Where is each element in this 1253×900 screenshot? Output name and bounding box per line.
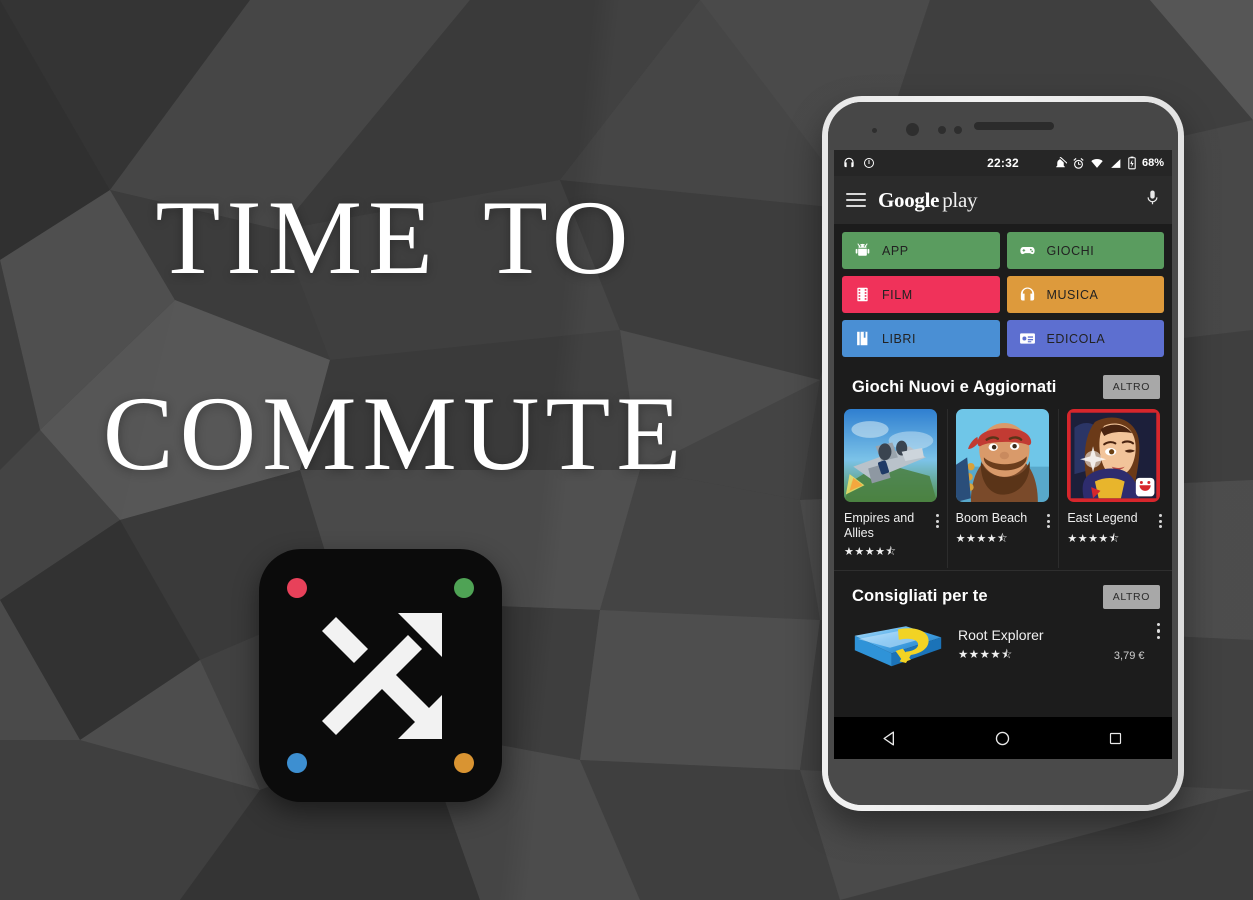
corner-dot-red	[287, 578, 307, 598]
microphone-icon[interactable]	[1145, 188, 1160, 213]
android-icon	[855, 243, 870, 256]
back-button[interactable]	[860, 717, 920, 759]
corner-dot-blue	[287, 753, 307, 773]
app-price: 3,79 €	[1113, 650, 1145, 663]
headphones-icon	[1020, 287, 1034, 301]
rating-stars: ★★★★⯪	[955, 533, 1009, 545]
status-bar: 22:32 68%	[834, 150, 1172, 176]
crossing-arrows-icon	[321, 612, 442, 739]
sensor-dot-a	[938, 126, 946, 134]
overflow-menu-icon[interactable]	[935, 511, 939, 528]
east-legend-thumbnail	[1067, 409, 1161, 502]
wifi-icon	[1091, 158, 1103, 168]
alarm-icon	[1073, 157, 1084, 169]
category-label: LIBRI	[882, 331, 917, 346]
recommended-list-item[interactable]: Root Explorer ★★★★⯪ 3,79 €	[834, 618, 1172, 673]
category-film[interactable]: FILM	[842, 276, 1000, 313]
do-not-disturb-icon	[864, 158, 874, 168]
hamburger-icon[interactable]	[846, 193, 866, 207]
category-app[interactable]: APP	[842, 232, 1000, 269]
sensor-dot-small	[872, 128, 877, 133]
game-card[interactable]: East Legend ★★★★⯪	[1059, 409, 1170, 568]
overflow-menu-icon[interactable]	[1156, 622, 1160, 639]
recents-button[interactable]	[1086, 717, 1146, 759]
book-icon	[857, 331, 868, 346]
corner-dot-orange	[454, 753, 474, 773]
sensor-dot-b	[954, 126, 962, 134]
rating-stars: ★★★★⯪	[1067, 533, 1120, 545]
poster-canvas: Time to Commute	[0, 0, 1253, 900]
battery-charging-icon	[1128, 156, 1136, 170]
newspaper-icon	[1019, 333, 1035, 344]
game-card[interactable]: Empires and Allies ★★★★⯪	[836, 409, 948, 568]
rating-stars: ★★★★⯪	[844, 545, 897, 558]
game-card-row: Empires and Allies ★★★★⯪ Boom Beach ★★★★…	[834, 409, 1172, 568]
root-explorer-icon	[854, 625, 942, 666]
corner-dot-green	[454, 578, 474, 598]
category-label: GIOCHI	[1046, 243, 1095, 258]
earpiece-speaker	[974, 122, 1054, 130]
section-header-giochi: Giochi Nuovi e Aggiornati ALTRO	[834, 361, 1172, 409]
card-meta: East Legend	[1067, 511, 1163, 528]
card-meta: Boom Beach	[956, 511, 1051, 528]
phone-mockup: 22:32 68% Google play APP GIOCHI FILM MU…	[822, 96, 1184, 811]
category-label: MUSICA	[1046, 287, 1099, 302]
category-label: FILM	[882, 287, 913, 302]
android-navigation-bar	[834, 717, 1172, 759]
category-giochi[interactable]: GIOCHI	[1006, 232, 1164, 269]
phone-top-bezel	[828, 102, 1178, 150]
google-play-logo: Google play	[878, 188, 977, 213]
section-title: Giochi Nuovi e Aggiornati	[852, 377, 1057, 396]
brand-play-word: play	[942, 187, 978, 212]
game-title: East Legend	[1067, 511, 1138, 525]
empires-and-allies-thumbnail	[844, 409, 937, 502]
bell-muted-icon	[1056, 156, 1067, 167]
category-musica[interactable]: MUSICA	[1006, 276, 1164, 313]
headphones-icon	[844, 157, 854, 168]
game-title: Empires and Allies	[844, 511, 915, 540]
category-libri[interactable]: LIBRI	[842, 320, 1000, 357]
phone-body: 22:32 68% Google play APP GIOCHI FILM MU…	[828, 102, 1178, 805]
category-grid: APP GIOCHI FILM MUSICA LIBRI EDICOLA	[834, 224, 1172, 361]
category-label: EDICOLA	[1046, 331, 1106, 346]
boom-beach-thumbnail	[955, 409, 1049, 502]
film-strip-icon	[857, 287, 868, 302]
status-left-icons	[842, 156, 875, 170]
overflow-menu-icon[interactable]	[1047, 511, 1051, 528]
app-subline: ★★★★⯪ 3,79 €	[958, 647, 1145, 666]
phone-screen: 22:32 68% Google play APP GIOCHI FILM MU…	[834, 150, 1172, 759]
category-label: APP	[882, 243, 909, 258]
play-store-header: Google play	[834, 176, 1172, 224]
gamepad-icon	[1019, 246, 1035, 255]
status-right-icons: 68%	[1054, 156, 1164, 170]
section-header-consigliati: Consigliati per te ALTRO	[834, 570, 1172, 619]
game-card[interactable]: Boom Beach ★★★★⯪	[948, 409, 1060, 568]
overflow-menu-icon[interactable]	[1159, 511, 1163, 528]
game-title: Boom Beach	[955, 511, 1028, 525]
signal-icon	[1111, 158, 1121, 168]
more-button-giochi[interactable]: ALTRO	[1102, 375, 1160, 399]
app-title: Root Explorer	[958, 627, 1044, 644]
home-button[interactable]	[973, 717, 1033, 759]
front-camera	[906, 123, 919, 136]
rating-stars: ★★★★⯪	[958, 648, 1013, 661]
shuffle-app-icon	[259, 549, 502, 802]
battery-percent-label: 68%	[1141, 157, 1164, 169]
recommended-item-body: Root Explorer ★★★★⯪ 3,79 €	[958, 627, 1145, 666]
section-title: Consigliati per te	[852, 587, 988, 605]
phone-bottom-bezel	[828, 759, 1178, 805]
more-button-consigliati[interactable]: ALTRO	[1102, 584, 1160, 609]
category-edicola[interactable]: EDICOLA	[1006, 320, 1164, 357]
brand-google-word: Google	[878, 187, 940, 212]
card-meta: Empires and Allies	[844, 511, 939, 541]
